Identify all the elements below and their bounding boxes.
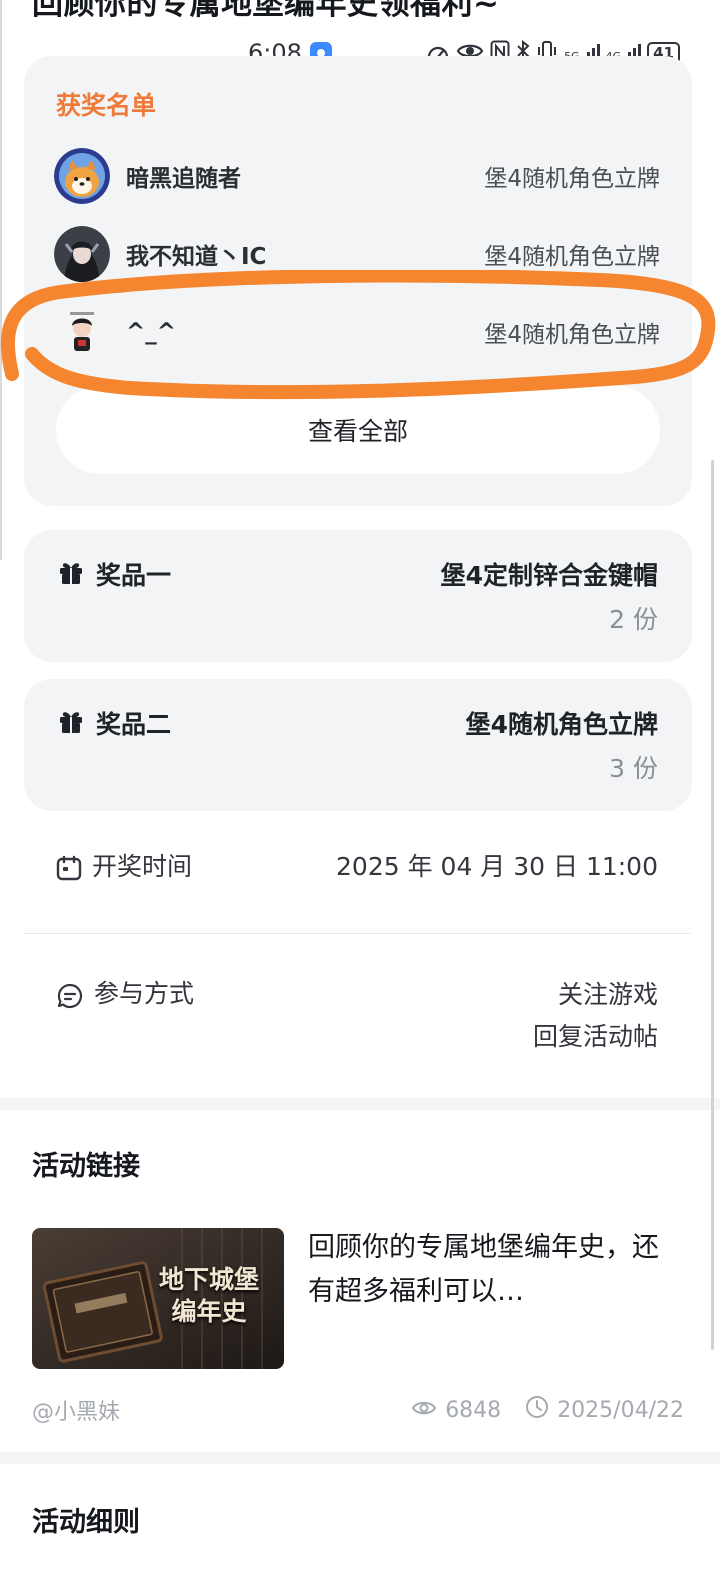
- activity-link-title: 活动链接: [32, 1151, 140, 1182]
- section-separator: [0, 1098, 720, 1110]
- page-title: 回顾你的专属地堡编年史领福利~: [32, 0, 500, 22]
- thumbnail-title: 地下城堡 编年史: [144, 1264, 274, 1328]
- winner-row[interactable]: 暗黑追随者 堡4随机角色立牌: [54, 148, 660, 204]
- participation-step: 回复活动帖: [532, 1022, 658, 1051]
- view-all-button[interactable]: 查看全部: [56, 386, 660, 474]
- winner-row[interactable]: ^_^ 堡4随机角色立牌: [54, 304, 660, 360]
- winner-name: 暗黑追随者: [126, 166, 241, 192]
- draw-time-row: 开奖时间 2025 年 04 月 30 日 11:00: [56, 850, 658, 885]
- scrollbar[interactable]: [711, 460, 714, 1350]
- winner-prize: 堡4随机角色立牌: [484, 166, 660, 192]
- post-date: 2025/04/22: [557, 1397, 684, 1423]
- section-separator: [0, 1452, 720, 1464]
- winner-row[interactable]: 我不知道丶IC 堡4随机角色立牌: [54, 226, 660, 282]
- activity-stats: 6848 2025/04/22: [411, 1395, 684, 1425]
- prize-label: 奖品一: [96, 561, 172, 590]
- avatar[interactable]: [54, 304, 110, 360]
- activity-meta: @小黑妹 6848 2025/04/22: [32, 1394, 684, 1426]
- author-name[interactable]: @小黑妹: [32, 1394, 120, 1426]
- prize-name: 堡4随机角色立牌: [465, 710, 658, 739]
- calendar-icon: [56, 855, 82, 885]
- thumbnail-title-line: 编年史: [171, 1297, 247, 1326]
- prize-count: 3 份: [609, 754, 658, 783]
- activity-description[interactable]: 回顾你的专属地堡编年史，还有超多福利可以…: [308, 1226, 668, 1314]
- participation-steps: 关注游戏 回复活动帖: [533, 974, 658, 1058]
- gift-icon: [58, 559, 84, 589]
- winner-name: ^_^: [126, 319, 177, 345]
- gift-icon: [58, 708, 84, 738]
- avatar[interactable]: [54, 226, 110, 282]
- winners-title: 获奖名单: [56, 91, 157, 120]
- avatar[interactable]: [54, 148, 110, 204]
- winners-card: 获奖名单 暗黑追随者 堡4随机角色立牌 我不知道丶IC 堡4随机角色立牌 ^_^…: [24, 56, 692, 506]
- prize-count: 2 份: [609, 605, 658, 634]
- prize-label-group: 奖品一: [58, 556, 171, 592]
- prize-label-group: 奖品二: [58, 705, 171, 741]
- draw-time-value: 2025 年 04 月 30 日 11:00: [336, 852, 658, 881]
- participation-label: 参与方式: [94, 979, 195, 1008]
- prize-label: 奖品二: [96, 710, 172, 739]
- view-count: 6848: [445, 1397, 502, 1423]
- participation-step: 关注游戏: [557, 980, 658, 1009]
- activity-rules-title: 活动细则: [32, 1507, 140, 1538]
- divider: [24, 933, 690, 934]
- winner-name: 我不知道丶IC: [126, 244, 267, 270]
- prize-name: 堡4定制锌合金键帽: [440, 561, 658, 590]
- eye-icon: [411, 1398, 437, 1423]
- participation-row: 参与方式 关注游戏 回复活动帖: [56, 974, 658, 1058]
- prize-card: 奖品二 堡4随机角色立牌 3 份: [24, 679, 692, 811]
- activity-thumbnail[interactable]: 地下城堡 编年史: [32, 1228, 284, 1369]
- prize-card: 奖品一 堡4定制锌合金键帽 2 份: [24, 530, 692, 662]
- chat-icon: [56, 982, 84, 1014]
- left-edge-line: [0, 0, 2, 560]
- clock-icon: [525, 1395, 549, 1425]
- winner-prize: 堡4随机角色立牌: [484, 322, 660, 348]
- thumbnail-title-line: 地下城堡: [158, 1265, 259, 1294]
- draw-time-label: 开奖时间: [92, 852, 193, 881]
- winner-prize: 堡4随机角色立牌: [484, 244, 660, 270]
